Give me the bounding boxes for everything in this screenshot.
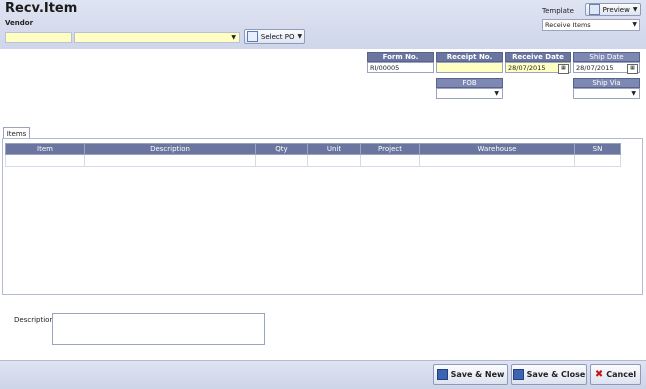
save-close-button[interactable]: Save & Close: [511, 364, 587, 385]
items-grid: Item Description Qty Unit Project Wareho…: [5, 143, 621, 167]
cell-unit[interactable]: [307, 154, 361, 167]
vendor-label: Vendor: [5, 19, 34, 27]
form-no-header: Form No.: [367, 52, 434, 62]
column-header-project[interactable]: Project: [360, 143, 420, 155]
cell-project[interactable]: [360, 154, 420, 167]
chevron-down-icon: ▼: [632, 21, 637, 28]
receive-date-header: Receive Date: [505, 52, 571, 62]
cell-item[interactable]: [5, 154, 85, 167]
grid-header-row: Item Description Qty Unit Project Wareho…: [5, 143, 621, 155]
form-no-field[interactable]: RI/00005: [367, 62, 434, 73]
vendor-name-dropdown[interactable]: ▼: [74, 32, 240, 43]
save-icon: [436, 369, 448, 380]
column-header-item[interactable]: Item: [5, 143, 85, 155]
chevron-down-icon: ▼: [231, 34, 236, 41]
cell-sn[interactable]: [574, 154, 621, 167]
window-title: Recv.Item: [5, 1, 78, 16]
receipt-no-header: Receipt No.: [436, 52, 503, 62]
cell-warehouse[interactable]: [419, 154, 575, 167]
ship-date-header: Ship Date: [573, 52, 640, 62]
vendor-code-input[interactable]: [5, 32, 72, 43]
receipt-no-input[interactable]: [436, 62, 503, 73]
chevron-down-icon: ▼: [631, 90, 636, 97]
template-dropdown[interactable]: Receive Items ▼: [542, 19, 640, 31]
column-header-warehouse[interactable]: Warehouse: [419, 143, 575, 155]
chevron-down-icon: ▼: [297, 33, 303, 40]
save-icon: [512, 369, 524, 380]
select-po-icon: [246, 31, 258, 42]
cancel-button[interactable]: ✖ Cancel: [590, 364, 641, 385]
ship-via-dropdown[interactable]: ▼: [573, 88, 640, 99]
chevron-down-icon: ▼: [494, 90, 499, 97]
save-new-button[interactable]: Save & New: [433, 364, 508, 385]
fob-dropdown[interactable]: ▼: [436, 88, 503, 99]
column-header-sn[interactable]: SN: [574, 143, 621, 155]
column-header-qty[interactable]: Qty: [255, 143, 308, 155]
ship-via-header: Ship Via: [573, 78, 640, 88]
preview-icon: [588, 4, 600, 15]
table-row[interactable]: [5, 154, 621, 167]
calendar-icon[interactable]: ▦: [558, 64, 569, 74]
receive-date-input[interactable]: 28/07/2015 ▦: [505, 62, 571, 74]
description-label: Description: [14, 316, 54, 324]
cell-description[interactable]: [84, 154, 256, 167]
column-header-unit[interactable]: Unit: [307, 143, 361, 155]
select-po-button[interactable]: Select PO ▼: [244, 29, 305, 44]
preview-button[interactable]: Preview ▼: [585, 3, 641, 16]
description-textarea[interactable]: [52, 313, 265, 345]
template-label: Template: [542, 7, 574, 15]
ship-date-input[interactable]: 28/07/2015 ▦: [573, 62, 640, 74]
fob-header: FOB: [436, 78, 503, 88]
calendar-icon[interactable]: ▦: [627, 64, 638, 74]
cell-qty[interactable]: [255, 154, 308, 167]
column-header-description[interactable]: Description: [84, 143, 256, 155]
chevron-down-icon: ▼: [632, 6, 638, 13]
cancel-icon: ✖: [594, 369, 604, 380]
